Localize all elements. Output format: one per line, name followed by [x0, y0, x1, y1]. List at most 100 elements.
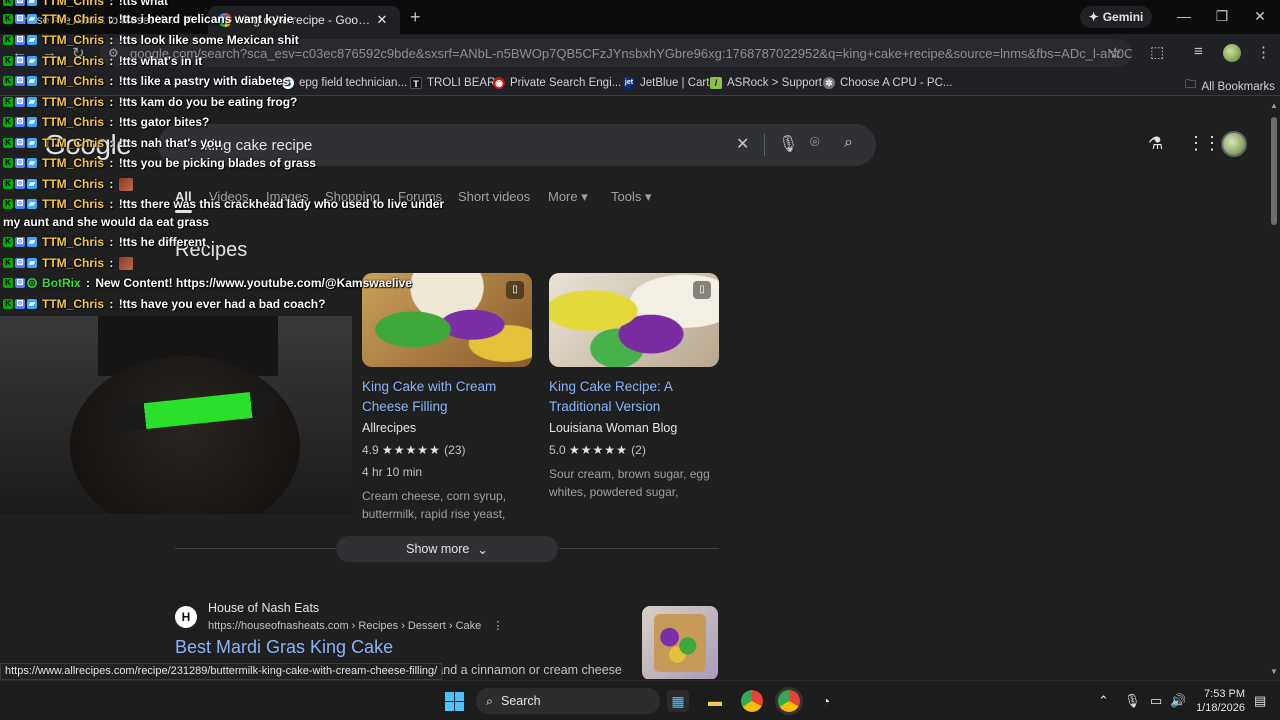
chevron-down-icon: ▾	[581, 189, 588, 204]
close-window-icon[interactable]: ✕	[1250, 8, 1270, 25]
show-more-button[interactable]: Show more ⌄	[336, 536, 558, 562]
menu-kebab-icon[interactable]: ⋮	[1256, 43, 1271, 61]
result-site-name[interactable]: House of Nash Eats	[208, 601, 319, 615]
chat-badge-icon: K	[3, 117, 13, 127]
chat-badge-icon: ▰	[27, 35, 37, 45]
windows-taskbar: ⌕ Search ▦ ▬ ◔ ⌃ 🎙 ▭ 🔊 7:53 PM 1/18/2026…	[0, 680, 1280, 720]
scroll-up-icon[interactable]: ▲	[1270, 101, 1278, 110]
scroll-thumb[interactable]	[1271, 117, 1277, 225]
chat-message: K ⚄ ▰ TTM_Chris : !tts look like some Mexic…	[3, 33, 299, 47]
chat-badge-icon: ⚄	[15, 0, 25, 6]
bookmark-save-icon[interactable]: ▯	[693, 281, 711, 299]
bookmark-item[interactable]: ✲ Choose A CPU - PC...	[823, 77, 953, 89]
bookmark-item[interactable]: / ASRock > Support	[710, 77, 822, 89]
recipe-rating: 5.0 ★★★★★ (2)	[549, 443, 721, 457]
chat-text-continued: my aunt and she would da eat grass	[3, 215, 210, 229]
chat-username: TTM_Chris	[42, 235, 105, 249]
network-icon[interactable]: ▭	[1150, 693, 1162, 709]
chat-badge-icon: ⚄	[15, 97, 25, 107]
gemini-button[interactable]: ✦ Gemini	[1080, 6, 1152, 28]
bookmark-item[interactable]: ◉ Private Search Engi...	[493, 77, 621, 89]
windows-start-icon[interactable]	[443, 690, 465, 712]
labs-flask-icon[interactable]: ⚗	[1148, 134, 1163, 154]
extensions-icon[interactable]: ⬚	[1150, 43, 1164, 61]
filter-short-videos[interactable]: Short videos	[458, 189, 530, 204]
more-options-icon[interactable]: ⋮	[492, 620, 503, 632]
result-thumbnail[interactable]	[642, 606, 718, 679]
chat-badge-icon: ▰	[27, 199, 37, 209]
chat-badge-icon: ▰	[27, 138, 37, 148]
taskbar-search-label: Search	[501, 694, 541, 708]
filter-tools[interactable]: Tools ▾	[611, 189, 652, 205]
shield-icon: ◉	[493, 77, 505, 89]
king-cake-image	[654, 614, 706, 672]
bookmark-star-icon[interactable]: ☆	[1109, 44, 1122, 62]
chat-badge-icon: ▰	[27, 97, 37, 107]
chat-badge-icon: ▰	[27, 0, 37, 6]
chat-badge-icon: ⚄	[15, 299, 25, 309]
chat-badge-icon: ⚄	[15, 56, 25, 66]
search-icon[interactable]: ⌕	[844, 134, 853, 152]
restore-icon[interactable]: ❐	[1212, 8, 1232, 25]
chat-badge-icon: K	[3, 199, 13, 209]
recipe-title[interactable]: King Cake Recipe: A Traditional Version	[549, 377, 721, 417]
voice-search-icon[interactable]: 🎙	[778, 134, 798, 154]
account-avatar[interactable]	[1221, 131, 1247, 157]
page-scrollbar[interactable]: ▲ ▼	[1268, 97, 1280, 679]
file-explorer-icon[interactable]: ▬	[704, 690, 726, 712]
chat-badge-icon: ▰	[27, 179, 37, 189]
recipe-title[interactable]: King Cake with Cream Cheese Filling	[362, 377, 534, 417]
chrome-active-icon[interactable]	[778, 690, 800, 712]
chat-username: TTM_Chris	[42, 12, 105, 26]
chat-badge-icon: K	[3, 138, 13, 148]
all-bookmarks-button[interactable]: 🗀 All Bookmarks	[1185, 77, 1275, 96]
result-url[interactable]: https://houseofnasheats.com › Recipes › …	[208, 619, 503, 632]
bookmark-item[interactable]: jet JetBlue | Cart	[623, 77, 709, 89]
taskbar-search-box[interactable]: ⌕ Search	[476, 688, 660, 714]
chat-text: !tts look like some Mexican shit	[118, 33, 299, 47]
obs-icon[interactable]: ◔	[815, 690, 837, 712]
recipe-image: ▯	[549, 273, 719, 367]
store-icon[interactable]: ▦	[667, 690, 689, 712]
bookmark-item[interactable]: T TROLI BEAR	[410, 77, 495, 89]
chat-badge-icon: ⚄	[15, 35, 25, 45]
recipe-ingredients: Sour cream, brown sugar, egg whites, pow…	[549, 467, 710, 499]
chrome-icon[interactable]	[741, 690, 763, 712]
lens-search-icon[interactable]: ⌾	[810, 134, 820, 152]
chat-text: !tts he different	[118, 235, 207, 249]
chat-username: TTM_Chris	[42, 297, 105, 311]
chevron-down-icon: ▾	[644, 189, 652, 204]
volume-icon[interactable]: 🔊	[1170, 693, 1186, 709]
minimize-icon[interactable]: —	[1174, 8, 1194, 24]
recipe-card[interactable]: ▯ King Cake Recipe: A Traditional Versio…	[549, 273, 721, 501]
chat-badge-icon: K	[3, 0, 13, 6]
link-status-bar: https://www.allrecipes.com/recipe/231289…	[0, 663, 443, 680]
tray-chevron-icon[interactable]: ⌃	[1098, 693, 1109, 709]
chat-badge-icon: ⚄	[15, 278, 25, 288]
bookmark-save-icon[interactable]: ▯	[506, 281, 524, 299]
chat-username: BotRix	[42, 276, 81, 290]
system-clock[interactable]: 7:53 PM 1/18/2026	[1193, 687, 1245, 715]
chat-username: TTM_Chris	[42, 256, 105, 270]
notifications-icon[interactable]: ▤	[1254, 693, 1266, 709]
gemini-label: Gemini	[1102, 10, 1144, 24]
chat-badge-icon: K	[3, 35, 13, 45]
jetblue-icon: jet	[623, 77, 635, 89]
browser-profile-avatar[interactable]	[1223, 44, 1241, 62]
chat-badge-icon: ▰	[27, 299, 37, 309]
result-title-link[interactable]: Best Mardi Gras King Cake	[175, 637, 393, 658]
folder-icon: 🗀	[1185, 79, 1197, 91]
media-control-icon[interactable]: ≡	[1194, 43, 1203, 60]
scroll-down-icon[interactable]: ▼	[1270, 667, 1278, 676]
chat-text: New Content! https://www.youtube.com/@Ka…	[95, 276, 412, 290]
filter-more[interactable]: More ▾	[548, 189, 588, 205]
clear-search-icon[interactable]: ✕	[736, 134, 749, 154]
chat-badge-icon: ⚄	[15, 237, 25, 247]
chat-text: !tts like a pastry with diabetes	[118, 74, 290, 88]
chat-message: K ⚄ ▰ TTM_Chris : !tts you be picking blade…	[3, 156, 316, 170]
chat-text: !tts what	[118, 0, 169, 8]
sparkle-icon: ✦	[1088, 10, 1099, 24]
bookmark-label: Private Search Engi...	[510, 77, 622, 89]
microphone-icon[interactable]: 🎙	[1124, 693, 1141, 709]
filter-tools-label: Tools	[611, 189, 642, 204]
